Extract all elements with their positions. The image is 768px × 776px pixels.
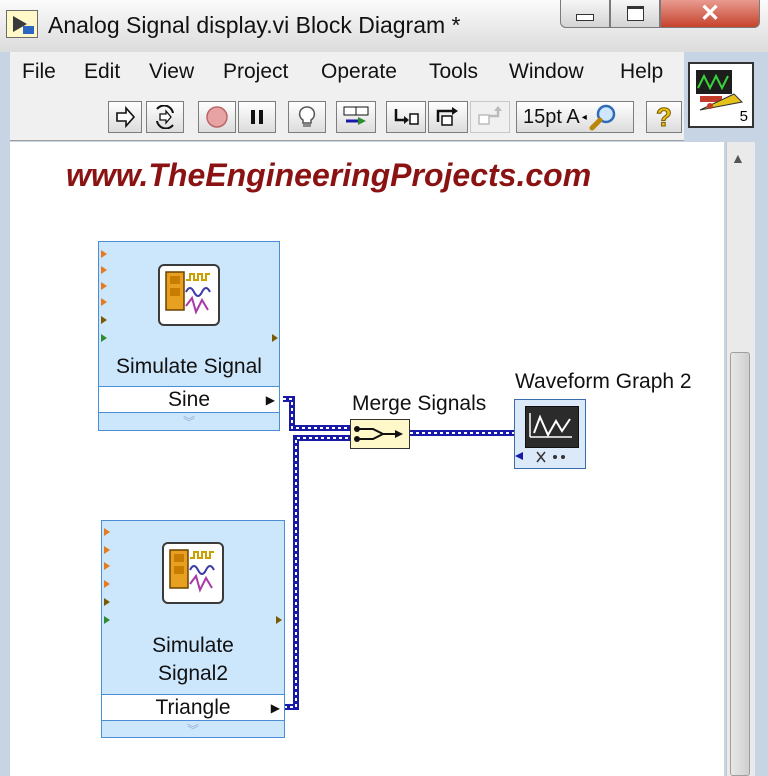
input-terminal[interactable] xyxy=(104,562,110,570)
simulate-signal2-icon xyxy=(162,542,224,604)
waveform-graph-icon xyxy=(525,406,579,448)
input-terminal[interactable] xyxy=(101,282,107,290)
merge-signals-node[interactable] xyxy=(350,419,410,449)
simulate-signal2-title-line2: Signal2 xyxy=(157,662,229,685)
output-terminal[interactable] xyxy=(272,334,278,342)
wire-triangle-to-merge xyxy=(284,435,352,710)
signal-type-value: Sine xyxy=(167,388,211,411)
expand-chevron-icon[interactable]: ︾ xyxy=(98,413,280,430)
input-terminal[interactable] xyxy=(101,266,107,274)
input-terminal[interactable] xyxy=(104,616,110,624)
merge-signals-label: Merge Signals xyxy=(352,392,487,415)
input-terminal[interactable] xyxy=(101,298,107,306)
signal-type-field[interactable]: Triangle ▶ xyxy=(101,694,285,721)
output-terminal[interactable] xyxy=(276,616,282,624)
signal-type-value: Triangle xyxy=(155,696,231,719)
input-terminal[interactable] xyxy=(101,250,107,258)
input-terminal[interactable] xyxy=(104,580,110,588)
output-arrow-icon: ▶ xyxy=(265,393,275,407)
simulate-signal2-title-line1: Simulate xyxy=(152,634,234,657)
signal-type-field[interactable]: Sine ▶ xyxy=(98,386,280,413)
wire-sine-to-merge xyxy=(283,396,352,431)
simulate-signal-icon xyxy=(158,264,220,326)
input-terminal[interactable] xyxy=(101,334,107,342)
simulate-signal-title: Simulate Signal xyxy=(116,355,262,378)
input-terminal[interactable] xyxy=(104,546,110,554)
merge-signals-icon xyxy=(354,426,403,442)
input-terminal[interactable] xyxy=(104,528,110,536)
output-arrow-icon: ▶ xyxy=(270,701,280,715)
input-terminal[interactable] xyxy=(101,316,107,324)
waveform-graph-label: Waveform Graph 2 xyxy=(515,370,692,393)
input-terminal[interactable] xyxy=(104,598,110,606)
waveform-graph-terminal[interactable] xyxy=(514,399,586,469)
expand-chevron-icon[interactable]: ︾ xyxy=(101,721,285,738)
